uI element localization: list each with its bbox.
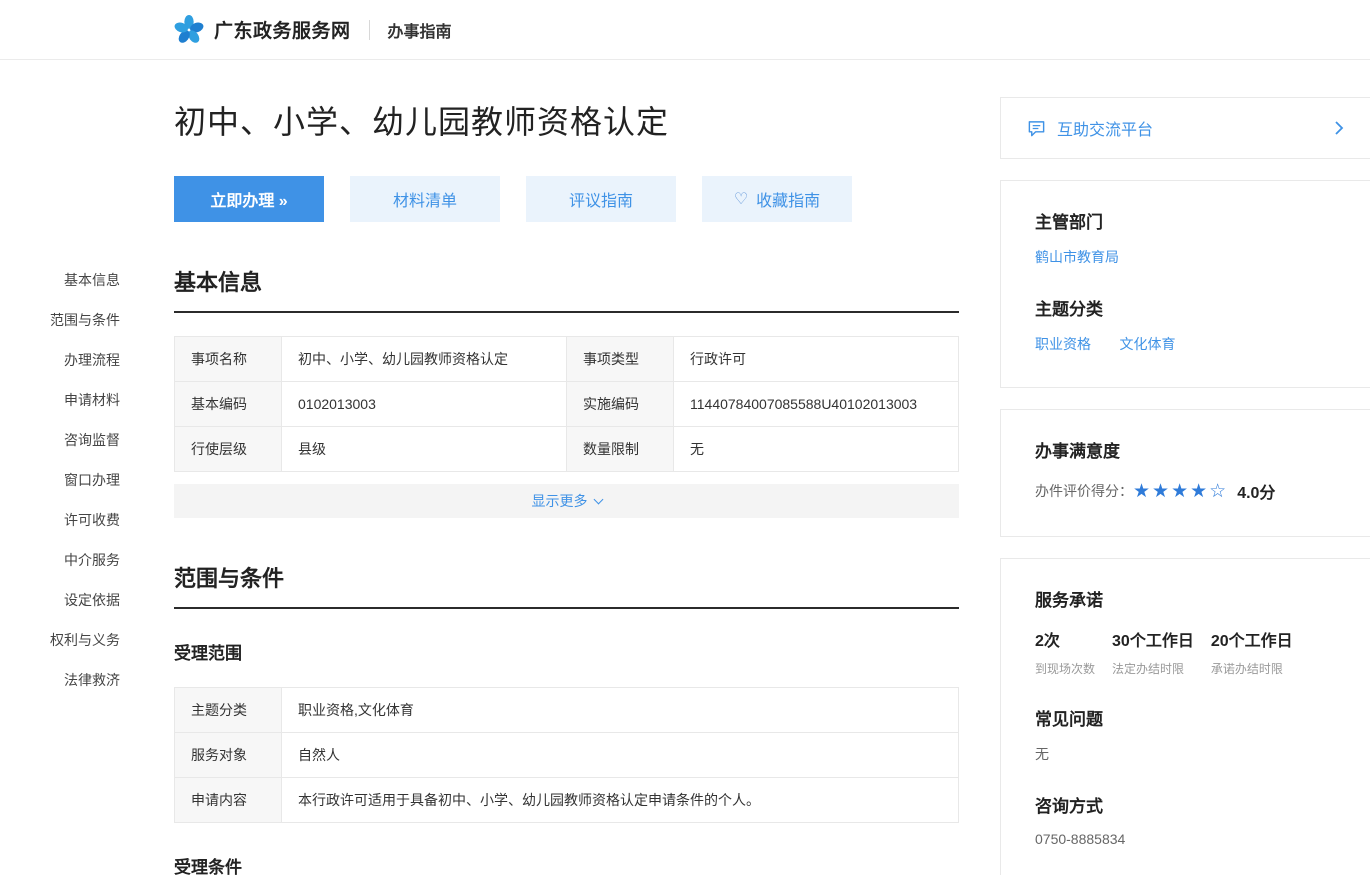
nav-item-scope-conditions[interactable]: 范围与条件: [0, 313, 120, 328]
nav-item-legal-basis[interactable]: 设定依据: [0, 593, 120, 608]
rating-score: 4.0分: [1237, 479, 1275, 503]
action-buttons: 立即办理 » 材料清单 评议指南 ♡ 收藏指南: [174, 176, 959, 222]
mutual-platform-label: 互助交流平台: [1057, 116, 1334, 140]
header-section-title: 办事指南: [388, 18, 452, 42]
chevron-down-icon: [593, 494, 603, 504]
nav-item-basic-info[interactable]: 基本信息: [0, 273, 120, 288]
chat-bubble-icon: [1027, 119, 1046, 138]
apply-now-button[interactable]: 立即办理 »: [174, 176, 324, 222]
right-sidebar: 互助交流平台 主管部门 鹤山市教育局 主题分类 职业资格 文化体育 办事满意度 …: [1000, 97, 1370, 875]
cell-label: 数量限制: [567, 427, 674, 472]
cell-value: 职业资格,文化体育: [282, 688, 959, 733]
page: 广东政务服务网 办事指南 基本信息 范围与条件 办理流程 申请材料 咨询监督 窗…: [0, 0, 1370, 875]
cell-label: 行使层级: [175, 427, 282, 472]
nav-item-rights[interactable]: 权利与义务: [0, 633, 120, 648]
nav-item-supervision[interactable]: 咨询监督: [0, 433, 120, 448]
stat-promised-limit: 20个工作日 承诺办结时限: [1211, 627, 1293, 677]
scope-table: 主题分类 职业资格,文化体育 服务对象 自然人 申请内容 本行政许可适用于具备初…: [174, 687, 959, 823]
cell-label: 申请内容: [175, 778, 282, 823]
stat-legal-limit: 30个工作日 法定办结时限: [1112, 627, 1194, 677]
table-row: 事项名称 初中、小学、幼儿园教师资格认定 事项类型 行政许可: [175, 337, 959, 382]
cell-value: 无: [674, 427, 959, 472]
cell-value: 行政许可: [674, 337, 959, 382]
dept-heading: 主管部门: [1035, 208, 1336, 233]
contact-heading: 咨询方式: [1035, 792, 1336, 817]
topic-link-culture[interactable]: 文化体育: [1119, 334, 1175, 354]
table-row: 服务对象 自然人: [175, 733, 959, 778]
cell-value: 本行政许可适用于具备初中、小学、幼儿园教师资格认定申请条件的个人。: [282, 778, 959, 823]
mutual-platform-link[interactable]: 互助交流平台: [1000, 97, 1370, 159]
heart-icon: ♡: [734, 189, 748, 209]
table-row: 基本编码 0102013003 实施编码 11440784007085588U4…: [175, 382, 959, 427]
nav-item-legal-remedy[interactable]: 法律救济: [0, 673, 120, 688]
accept-condition-heading: 受理条件: [174, 853, 959, 875]
cell-label: 实施编码: [567, 382, 674, 427]
brand-link[interactable]: 广东政务服务网: [174, 15, 351, 45]
promise-stats: 2次 到现场次数 30个工作日 法定办结时限 20个工作日 承诺办结时限: [1035, 627, 1336, 677]
star-rating-icon: ★★★★☆: [1133, 482, 1228, 501]
main-content: 初中、小学、幼儿园教师资格认定 立即办理 » 材料清单 评议指南 ♡ 收藏指南 …: [174, 97, 959, 875]
stat-value: 2次: [1035, 627, 1095, 651]
stat-label: 法定办结时限: [1112, 660, 1194, 677]
department-box: 主管部门 鹤山市教育局 主题分类 职业资格 文化体育: [1000, 180, 1370, 388]
cell-label: 主题分类: [175, 688, 282, 733]
nav-item-window[interactable]: 窗口办理: [0, 473, 120, 488]
anchor-nav: 基本信息 范围与条件 办理流程 申请材料 咨询监督 窗口办理 许可收费 中介服务…: [0, 273, 120, 713]
topic-links: 职业资格 文化体育: [1035, 334, 1336, 354]
gov-logo-icon: [174, 15, 204, 45]
cell-value: 自然人: [282, 733, 959, 778]
dept-link[interactable]: 鹤山市教育局: [1035, 247, 1119, 267]
chevron-right-icon: [1334, 120, 1344, 136]
cell-label: 事项名称: [175, 337, 282, 382]
satisfaction-heading: 办事满意度: [1035, 437, 1336, 462]
topic-heading: 主题分类: [1035, 295, 1336, 320]
brand-name: 广东政务服务网: [214, 16, 351, 43]
stat-visits: 2次 到现场次数: [1035, 627, 1095, 677]
stat-value: 30个工作日: [1112, 627, 1194, 651]
cell-value: 县级: [282, 427, 567, 472]
cell-label: 服务对象: [175, 733, 282, 778]
table-row: 主题分类 职业资格,文化体育: [175, 688, 959, 733]
basic-info-heading: 基本信息: [174, 265, 959, 313]
promise-heading: 服务承诺: [1035, 586, 1336, 611]
cell-label: 基本编码: [175, 382, 282, 427]
faq-value: 无: [1035, 744, 1336, 764]
rating-row: 办件评价得分： ★★★★☆ 4.0分: [1035, 479, 1336, 503]
accept-scope-heading: 受理范围: [174, 639, 959, 664]
service-promise-box: 服务承诺 2次 到现场次数 30个工作日 法定办结时限 20个工作日 承诺办结时…: [1000, 558, 1370, 875]
faq-heading: 常见问题: [1035, 705, 1336, 730]
topic-link-occupation[interactable]: 职业资格: [1035, 334, 1091, 354]
table-row: 行使层级 县级 数量限制 无: [175, 427, 959, 472]
top-header: 广东政务服务网 办事指南: [0, 0, 1370, 60]
nav-item-agency[interactable]: 中介服务: [0, 553, 120, 568]
scope-heading: 范围与条件: [174, 561, 959, 609]
header-divider: [369, 20, 370, 40]
show-more-label: 显示更多: [532, 491, 588, 511]
cell-value: 0102013003: [282, 382, 567, 427]
material-list-button[interactable]: 材料清单: [350, 176, 500, 222]
stat-value: 20个工作日: [1211, 627, 1293, 651]
nav-item-process[interactable]: 办理流程: [0, 353, 120, 368]
basic-info-table: 事项名称 初中、小学、幼儿园教师资格认定 事项类型 行政许可 基本编码 0102…: [174, 336, 959, 472]
satisfaction-box: 办事满意度 办件评价得分： ★★★★☆ 4.0分: [1000, 409, 1370, 537]
contact-value: 0750-8885834: [1035, 831, 1336, 847]
cell-value: 初中、小学、幼儿园教师资格认定: [282, 337, 567, 382]
cell-value: 11440784007085588U40102013003: [674, 382, 959, 427]
nav-item-materials[interactable]: 申请材料: [0, 393, 120, 408]
favorite-guide-label: 收藏指南: [756, 187, 820, 211]
cell-label: 事项类型: [567, 337, 674, 382]
review-guide-button[interactable]: 评议指南: [526, 176, 676, 222]
rating-label: 办件评价得分：: [1035, 481, 1133, 501]
table-row: 申请内容 本行政许可适用于具备初中、小学、幼儿园教师资格认定申请条件的个人。: [175, 778, 959, 823]
stat-label: 到现场次数: [1035, 660, 1095, 677]
show-more-button[interactable]: 显示更多: [174, 484, 959, 518]
favorite-guide-button[interactable]: ♡ 收藏指南: [702, 176, 852, 222]
page-title: 初中、小学、幼儿园教师资格认定: [174, 97, 959, 143]
stat-label: 承诺办结时限: [1211, 660, 1293, 677]
nav-item-fees[interactable]: 许可收费: [0, 513, 120, 528]
